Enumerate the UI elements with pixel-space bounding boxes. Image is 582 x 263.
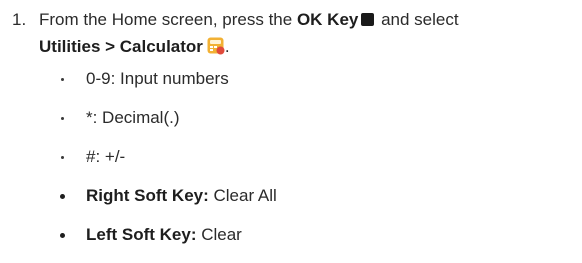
bullet-dot [60,194,65,199]
list-item-text: Clear [196,225,242,244]
ok-key-icon [361,13,375,26]
list-item-sign: #: +/- [59,144,277,183]
list-item-label: Right Soft Key: [86,186,209,205]
list-item-right-soft-key: Right Soft Key: Clear All [59,183,277,222]
step-mid: and select [376,10,459,29]
list-item-label: Left Soft Key: [86,225,197,244]
instruction-step: 1. From the Home screen, press the OK Ke… [12,6,577,60]
list-item-text: 0-9: Input numbers [86,69,229,88]
calculator-icon [207,37,225,55]
key-function-list: 0-9: Input numbers *: Decimal(.) #: +/- … [59,66,277,261]
bullet-dot [61,156,64,159]
step-end: . [224,37,230,56]
menu-path: Utilities > Calculator [39,37,203,56]
list-item-text: Clear All [208,186,277,205]
list-item-left-soft-key: Left Soft Key: Clear [59,222,277,261]
bullet-dot [60,233,65,238]
bullet-dot [61,117,64,120]
step-text: From the Home screen, press the OK Key a… [39,6,577,60]
step-intro: From the Home screen, press the [39,10,297,29]
ok-key-label: OK Key [296,10,359,29]
list-item-decimal: *: Decimal(.) [59,105,277,144]
list-item-text: #: +/- [86,147,126,166]
step-number: 1. [12,10,27,29]
list-item-numbers: 0-9: Input numbers [59,66,277,105]
bullet-dot [61,78,64,81]
list-item-text: *: Decimal(.) [86,108,180,127]
